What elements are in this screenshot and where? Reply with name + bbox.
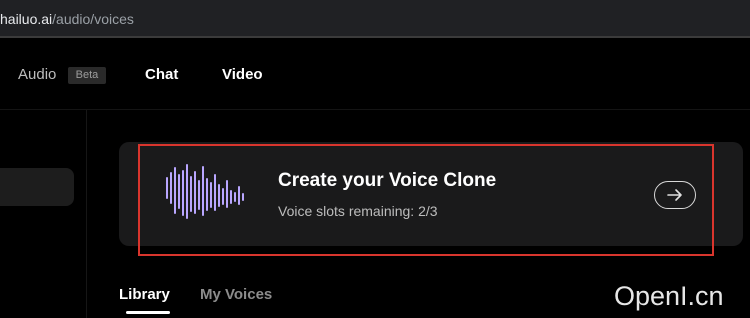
url-domain: hailuo.ai — [0, 11, 53, 27]
beta-badge: Beta — [68, 67, 106, 84]
watermark: OpenI.cn — [614, 281, 724, 311]
browser-url-bar[interactable]: hailuo.ai/audio/voices — [0, 0, 750, 38]
tab-library[interactable]: Library — [119, 286, 170, 304]
url-path: /audio/voices — [52, 11, 134, 27]
left-sidebar — [0, 110, 87, 318]
nav-chat[interactable]: Chat — [145, 66, 178, 84]
sidebar-selected-item[interactable] — [0, 168, 74, 206]
voice-slots-remaining: Voice slots remaining: 2/3 — [278, 203, 438, 219]
waveform-icon — [166, 164, 244, 219]
nav-video[interactable]: Video — [222, 66, 263, 84]
create-clone-arrow-button[interactable] — [654, 181, 696, 209]
top-navigation: Audio Beta Chat Video — [0, 40, 750, 110]
active-tab-indicator — [126, 311, 170, 314]
arrow-right-icon — [667, 189, 682, 201]
tab-my-voices[interactable]: My Voices — [200, 286, 272, 304]
card-title: Create your Voice Clone — [278, 170, 497, 191]
url-text[interactable]: hailuo.ai/audio/voices — [0, 10, 134, 28]
nav-audio[interactable]: Audio — [18, 66, 56, 84]
